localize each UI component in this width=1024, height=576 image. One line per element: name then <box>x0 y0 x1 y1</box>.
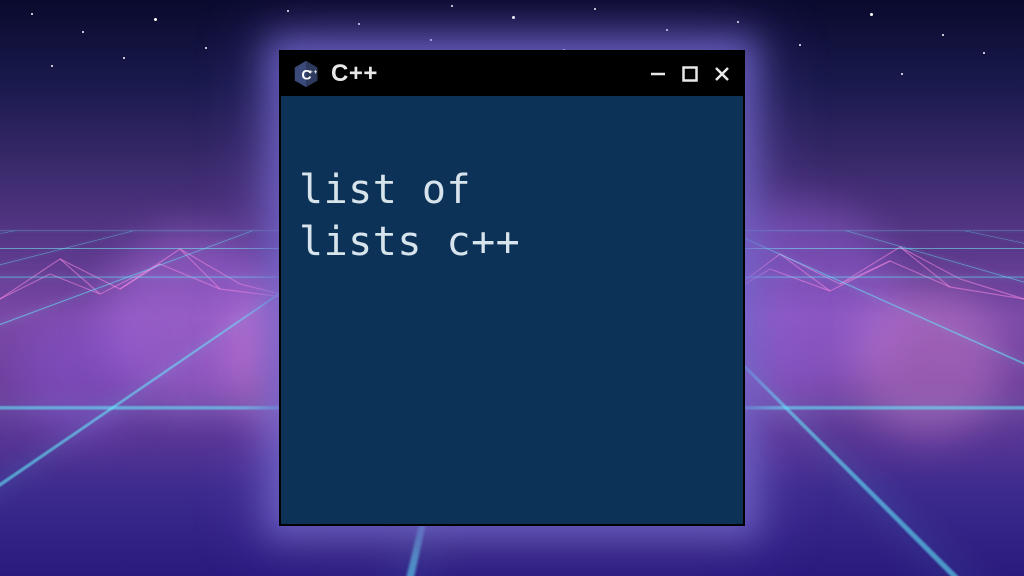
terminal-body: list of lists c++ <box>281 96 743 284</box>
maximize-button[interactable] <box>679 63 701 85</box>
window-controls <box>647 63 733 85</box>
terminal-window: C + + C++ list of lists c++ <box>279 50 745 526</box>
svg-text:+: + <box>309 69 313 76</box>
minimize-button[interactable] <box>647 63 669 85</box>
window-title: C++ <box>331 60 637 88</box>
window-titlebar[interactable]: C + + C++ <box>281 52 743 96</box>
close-button[interactable] <box>711 63 733 85</box>
terminal-text: list of lists c++ <box>299 167 520 265</box>
svg-text:+: + <box>314 69 318 76</box>
cpp-logo-icon: C + + <box>291 59 321 89</box>
